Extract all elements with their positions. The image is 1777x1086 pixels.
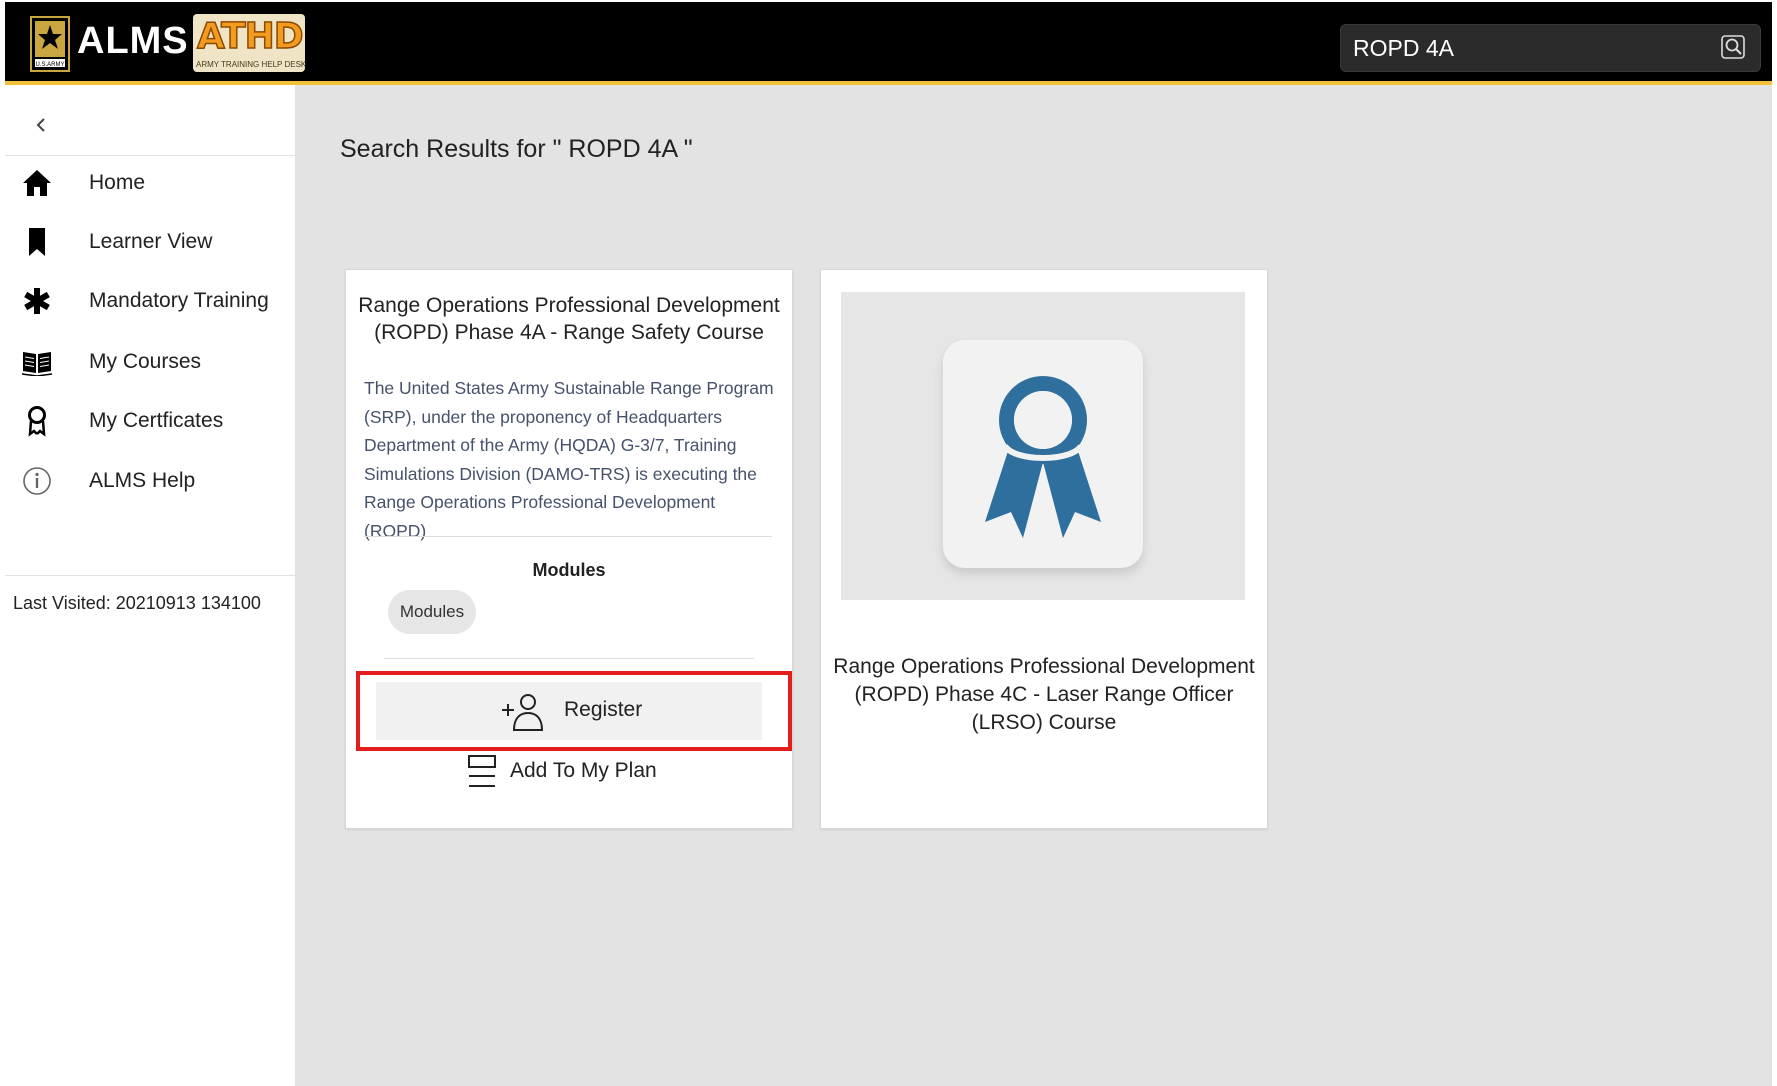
- page-title: Search Results for " ROPD 4A ": [340, 135, 693, 163]
- athd-logo-subtext: ARMY TRAINING HELP DESK: [196, 60, 305, 69]
- register-button[interactable]: Register: [376, 682, 762, 740]
- sidebar-item-label: ALMS Help: [89, 469, 196, 492]
- search-input[interactable]: [1351, 30, 1695, 66]
- chevron-left-icon: [36, 118, 45, 132]
- sidebar-item-learner-view[interactable]: Learner View: [5, 214, 295, 270]
- home-icon: [19, 165, 55, 201]
- army-star-logo[interactable]: U.S.ARMY: [30, 16, 70, 72]
- info-icon: [19, 463, 55, 499]
- search-box[interactable]: [1340, 24, 1761, 72]
- card-divider: [384, 658, 754, 659]
- sidebar-divider: [5, 575, 295, 576]
- bookmark-icon: [19, 224, 55, 260]
- add-user-icon: [502, 694, 544, 731]
- sidebar-item-alms-help[interactable]: ALMS Help: [5, 453, 295, 509]
- sidebar-item-label: My Certficates: [89, 409, 224, 432]
- sidebar-item-label: My Courses: [89, 350, 202, 373]
- award-ribbon-icon: [19, 403, 55, 439]
- module-chip[interactable]: Modules: [388, 590, 476, 634]
- sidebar-item-label: Home: [89, 171, 146, 194]
- add-to-my-plan-button[interactable]: Add To My Plan: [466, 752, 666, 792]
- sidebar-item-mandatory-training[interactable]: Mandatory Training: [5, 273, 295, 329]
- sidebar-item-label: Learner View: [89, 230, 213, 253]
- search-icon[interactable]: [1720, 34, 1746, 60]
- asterisk-icon: [19, 283, 55, 319]
- sidebar-item-home[interactable]: Home: [5, 155, 295, 211]
- app-title[interactable]: ALMS: [77, 20, 189, 63]
- athd-logo-text: ATHD: [196, 15, 304, 58]
- modules-heading: Modules: [532, 560, 606, 580]
- certificate-tile: [943, 340, 1143, 568]
- main-content: Search Results for " ROPD 4A " Range Ope…: [295, 85, 1772, 1086]
- card-divider: [364, 536, 772, 537]
- add-to-my-plan-label: Add To My Plan: [510, 759, 657, 782]
- course-image[interactable]: [841, 292, 1245, 600]
- top-header-bar: U.S.ARMY ALMS ATHD ARMY TRAINING HELP DE…: [5, 2, 1772, 85]
- course-card[interactable]: Range Operations Professional Developmen…: [345, 269, 793, 829]
- course-title[interactable]: Range Operations Professional Developmen…: [831, 653, 1257, 737]
- open-book-icon: [19, 344, 55, 380]
- sidebar-item-my-certificates[interactable]: My Certficates: [5, 393, 295, 449]
- sidebar-item-my-courses[interactable]: My Courses: [5, 334, 295, 390]
- sidebar-item-label: Mandatory Training: [89, 289, 269, 312]
- sidebar-collapse-button[interactable]: [27, 111, 55, 139]
- last-visited-text: Last Visited: 20210913 134100: [13, 593, 261, 613]
- sidebar: Home Learner View Mandatory Training My …: [5, 85, 295, 1086]
- army-logo-text: U.S.ARMY: [35, 62, 64, 68]
- register-label: Register: [564, 698, 643, 721]
- course-title[interactable]: Range Operations Professional Developmen…: [356, 292, 782, 346]
- course-description: The United States Army Sustainable Range…: [364, 378, 774, 541]
- certificate-ribbon-icon: [985, 376, 1101, 538]
- course-card[interactable]: Range Operations Professional Developmen…: [820, 269, 1268, 829]
- list-icon: [468, 755, 496, 787]
- athd-logo[interactable]: ATHD ARMY TRAINING HELP DESK: [193, 14, 305, 72]
